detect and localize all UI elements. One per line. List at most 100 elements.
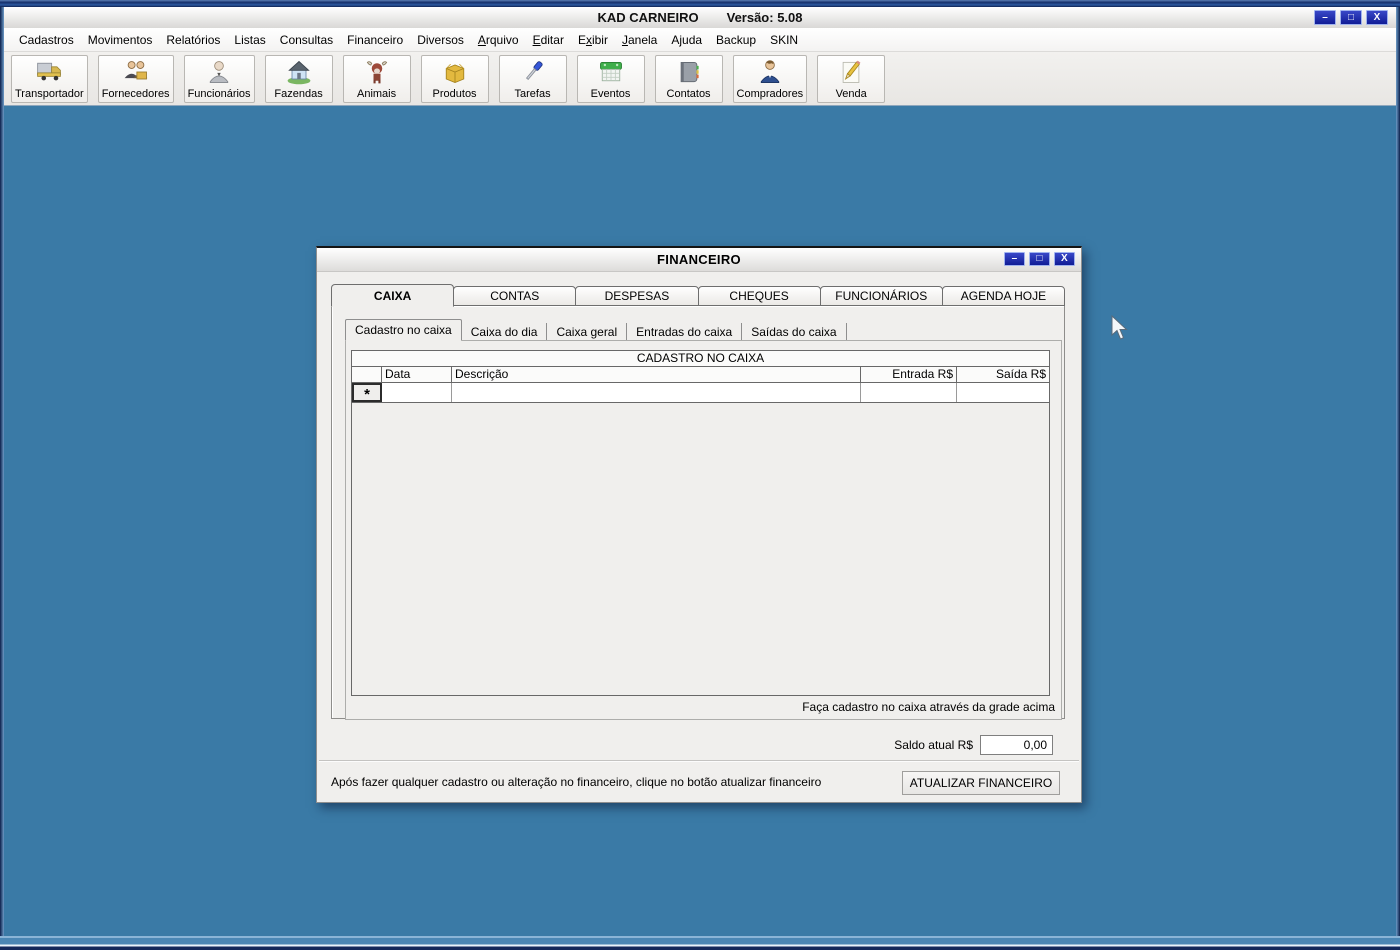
saldo-input[interactable] — [980, 735, 1053, 755]
mouse-cursor — [1111, 315, 1130, 346]
toolbar-button-transportador[interactable]: Transportador — [11, 55, 88, 103]
atualizar-financeiro-button[interactable]: ATUALIZAR FINANCEIRO — [902, 771, 1060, 795]
saldo-row: Saldo atual R$ — [894, 735, 1053, 755]
saldo-label: Saldo atual R$ — [894, 738, 973, 752]
row-selector-header — [352, 367, 382, 382]
toolbar-button-label: Fornecedores — [102, 88, 170, 100]
toolbar-button-compradores[interactable]: Compradores — [733, 55, 808, 103]
grid-new-row[interactable]: * — [352, 383, 1049, 403]
menu-item-janela[interactable]: Janela — [615, 28, 664, 51]
cadastro-no-caixa-panel: CADASTRO NO CAIXA DataDescriçãoEntrada R… — [345, 340, 1062, 720]
menu-item-relatorios[interactable]: Relatórios — [159, 28, 227, 51]
menu-item-consultas[interactable]: Consultas — [273, 28, 340, 51]
farm-house-icon — [285, 57, 313, 88]
toolbar-button-label: Venda — [836, 88, 867, 100]
grid-empty-area — [352, 403, 1049, 695]
dialog-window-controls: – □ X — [1004, 252, 1075, 266]
window-frame-top — [0, 0, 1400, 7]
menu-item-diversos[interactable]: Diversos — [410, 28, 471, 51]
toolbar-button-label: Transportador — [15, 88, 84, 100]
menu-item-skin[interactable]: SKIN — [763, 28, 805, 51]
close-button[interactable]: X — [1366, 10, 1388, 25]
calendar-icon — [597, 57, 625, 88]
toolbar-button-label: Produtos — [433, 88, 477, 100]
grid-header-row: DataDescriçãoEntrada R$Saída R$ — [352, 367, 1049, 383]
column-header-descricao: Descrição — [452, 367, 861, 382]
screwdriver-icon — [519, 57, 547, 88]
toolbar-button-tarefas[interactable]: Tarefas — [499, 55, 567, 103]
toolbar-button-eventos[interactable]: Eventos — [577, 55, 645, 103]
buyer-icon — [756, 57, 784, 88]
toolbar-button-contatos[interactable]: Contatos — [655, 55, 723, 103]
main-tab-strip: CAIXACONTASDESPESASCHEQUESFUNCIONÁRIOSAG… — [331, 284, 1065, 306]
menu-item-exibir[interactable]: Exibir — [571, 28, 615, 51]
menu-item-editar[interactable]: Editar — [526, 28, 571, 51]
dialog-title: FINANCEIRO — [657, 252, 741, 267]
subtab-entradas-do-caixa[interactable]: Entradas do caixa — [627, 323, 742, 340]
dialog-minimize-button[interactable]: – — [1004, 252, 1025, 266]
cadastro-grid: CADASTRO NO CAIXA DataDescriçãoEntrada R… — [351, 350, 1050, 696]
grid-hint: Faça cadastro no caixa através da grade … — [802, 700, 1055, 714]
dialog-title-bar: FINANCEIRO – □ X — [317, 248, 1081, 272]
dialog-close-button[interactable]: X — [1054, 252, 1075, 266]
window-frame-bottom — [0, 936, 1400, 950]
grid-title: CADASTRO NO CAIXA — [352, 351, 1049, 367]
cow-icon — [363, 57, 391, 88]
menu-item-arquivo[interactable]: Arquivo — [471, 28, 526, 51]
toolbar-button-fazendas[interactable]: Fazendas — [265, 55, 333, 103]
toolbar-button-label: Eventos — [591, 88, 631, 100]
toolbar-button-funcionarios[interactable]: Funcionários — [184, 55, 255, 103]
column-header-data: Data — [382, 367, 452, 382]
menu-item-backup[interactable]: Backup — [709, 28, 763, 51]
tab-agenda-hoje[interactable]: AGENDA HOJE — [942, 286, 1065, 306]
menu-item-cadastros[interactable]: Cadastros — [12, 28, 81, 51]
toolbar-button-label: Funcionários — [188, 88, 251, 100]
menu-item-listas[interactable]: Listas — [227, 28, 272, 51]
toolbar-button-animais[interactable]: Animais — [343, 55, 411, 103]
window-frame-left — [0, 7, 4, 950]
grid-cell-data[interactable] — [382, 383, 452, 402]
menu-item-financeiro[interactable]: Financeiro — [340, 28, 410, 51]
subtab-cadastro-no-caixa[interactable]: Cadastro no caixa — [345, 319, 462, 341]
tab-funcionarios[interactable]: FUNCIONÁRIOS — [820, 286, 943, 306]
toolbar-button-label: Compradores — [737, 88, 804, 100]
tab-despesas[interactable]: DESPESAS — [575, 286, 698, 306]
subtab-caixa-do-dia[interactable]: Caixa do dia — [462, 323, 548, 340]
new-row-marker[interactable]: * — [352, 383, 382, 402]
address-book-icon — [675, 57, 703, 88]
caixa-tab-panel: Cadastro no caixaCaixa do diaCaixa geral… — [331, 305, 1065, 719]
subtab-saidas-do-caixa[interactable]: Saídas do caixa — [742, 323, 846, 340]
menu-item-movimentos[interactable]: Movimentos — [81, 28, 160, 51]
toolbar-button-label: Contatos — [667, 88, 711, 100]
tab-contas[interactable]: CONTAS — [453, 286, 576, 306]
subtab-caixa-geral[interactable]: Caixa geral — [547, 323, 627, 340]
financeiro-dialog: FINANCEIRO – □ X CAIXACONTASDESPESASCHEQ… — [316, 246, 1082, 803]
column-header-saida-r: Saída R$ — [957, 367, 1049, 382]
toolbar: Transportador Fornecedores Funcionários Faz… — [4, 52, 1396, 106]
app-title: KAD CARNEIRO — [597, 10, 698, 25]
grid-cell-entrada-r[interactable] — [861, 383, 957, 402]
menu-item-ajuda[interactable]: Ajuda — [664, 28, 709, 51]
grid-cell-descricao[interactable] — [452, 383, 861, 402]
tab-caixa[interactable]: CAIXA — [331, 284, 454, 307]
toolbar-button-label: Animais — [357, 88, 396, 100]
title-bar: KAD CARNEIRO Versão: 5.08 – □ X — [4, 7, 1396, 28]
tab-cheques[interactable]: CHEQUES — [698, 286, 821, 306]
window-controls: – □ X — [1314, 10, 1388, 25]
toolbar-button-label: Fazendas — [274, 88, 322, 100]
suppliers-icon — [122, 57, 150, 88]
column-header-entrada-r: Entrada R$ — [861, 367, 957, 382]
application-window: KAD CARNEIRO Versão: 5.08 – □ X Cadastro… — [0, 0, 1400, 950]
footer-note: Após fazer qualquer cadastro ou alteraçã… — [331, 775, 821, 789]
toolbar-button-label: Tarefas — [515, 88, 551, 100]
toolbar-button-produtos[interactable]: Produtos — [421, 55, 489, 103]
maximize-button[interactable]: □ — [1340, 10, 1362, 25]
minimize-button[interactable]: – — [1314, 10, 1336, 25]
toolbar-button-venda[interactable]: Venda — [817, 55, 885, 103]
toolbar-button-fornecedores[interactable]: Fornecedores — [98, 55, 174, 103]
dialog-maximize-button[interactable]: □ — [1029, 252, 1050, 266]
caixa-subtab-strip: Cadastro no caixaCaixa do diaCaixa geral… — [345, 318, 847, 340]
grid-cell-saida-r[interactable] — [957, 383, 1049, 402]
window-frame-right — [1396, 7, 1400, 950]
pencil-note-icon — [837, 57, 865, 88]
